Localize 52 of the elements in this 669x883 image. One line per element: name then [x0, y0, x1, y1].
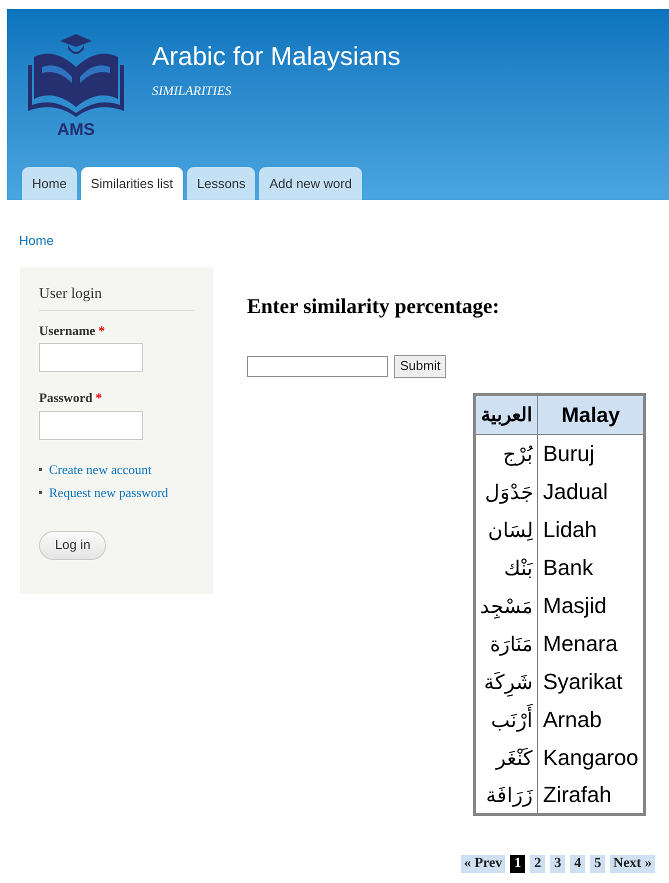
table-cell: زَرَافَة — [474, 776, 538, 814]
table-cell: Masjid — [538, 586, 645, 624]
submit-button[interactable]: Submit — [394, 354, 446, 378]
table-cell: لِسَان — [474, 510, 538, 548]
table-cell: Menara — [538, 624, 645, 662]
table-cell: Kangaroo — [538, 738, 645, 776]
nav-tab[interactable]: Home — [22, 167, 77, 200]
table-cell: Zirafah — [538, 776, 645, 814]
next-link[interactable]: Next » — [610, 855, 655, 873]
bullet-icon — [39, 491, 42, 494]
account-link[interactable]: Request new password — [49, 483, 168, 502]
table-cell: كَنْغَر — [474, 738, 538, 776]
required-mark: * — [95, 389, 102, 407]
nav-tab[interactable]: Similarities list — [80, 167, 184, 200]
required-mark: * — [98, 322, 105, 340]
nav-tab[interactable]: Add new word — [259, 167, 362, 200]
field-label: Password — [39, 389, 92, 407]
table-cell: Lidah — [538, 510, 645, 548]
table-cell: أَرْنَب — [474, 700, 538, 738]
breadcrumb-link[interactable]: Home — [19, 231, 54, 250]
table-cell: بَنْك — [474, 548, 538, 586]
logo-text: AMS — [57, 121, 95, 138]
table-cell: مَسْجِد — [474, 586, 538, 624]
prev-link[interactable]: « Prev — [461, 855, 506, 873]
table-cell: Bank — [538, 548, 645, 586]
table-cell: جَدْوَل — [474, 472, 538, 510]
field-label: Username — [39, 322, 96, 340]
account-link[interactable]: Create new account — [49, 460, 152, 479]
form-heading: Enter similarity percentage: — [247, 293, 500, 320]
page-link[interactable]: 2 — [530, 855, 546, 873]
page-link[interactable]: 1 — [510, 855, 526, 873]
bullet-icon — [39, 468, 42, 471]
table-cell: بُرْج — [474, 434, 538, 472]
site-slogan: SIMILARITIES — [152, 82, 232, 100]
table-cell: شَرِكَة — [474, 662, 538, 700]
table-cell: Arnab — [538, 700, 645, 738]
table-cell: Buruj — [538, 434, 645, 472]
table-cell: Jadual — [538, 472, 645, 510]
panel-title: User login — [39, 283, 194, 310]
page-link[interactable]: 5 — [590, 855, 606, 873]
nav-tab[interactable]: Lessons — [187, 167, 256, 200]
text-field[interactable] — [39, 410, 143, 440]
table-cell: Syarikat — [538, 662, 645, 700]
page-link[interactable]: 4 — [570, 855, 586, 873]
column-header: العربية — [474, 394, 538, 434]
site-name[interactable]: Arabic for Malaysians — [152, 40, 401, 72]
column-header: Malay — [538, 394, 645, 434]
text-field[interactable] — [39, 343, 143, 372]
table-cell: مَنَارَة — [474, 624, 538, 662]
page-link[interactable]: 3 — [550, 855, 566, 873]
login-button[interactable]: Log in — [39, 530, 106, 560]
percentage-field[interactable] — [247, 356, 388, 376]
